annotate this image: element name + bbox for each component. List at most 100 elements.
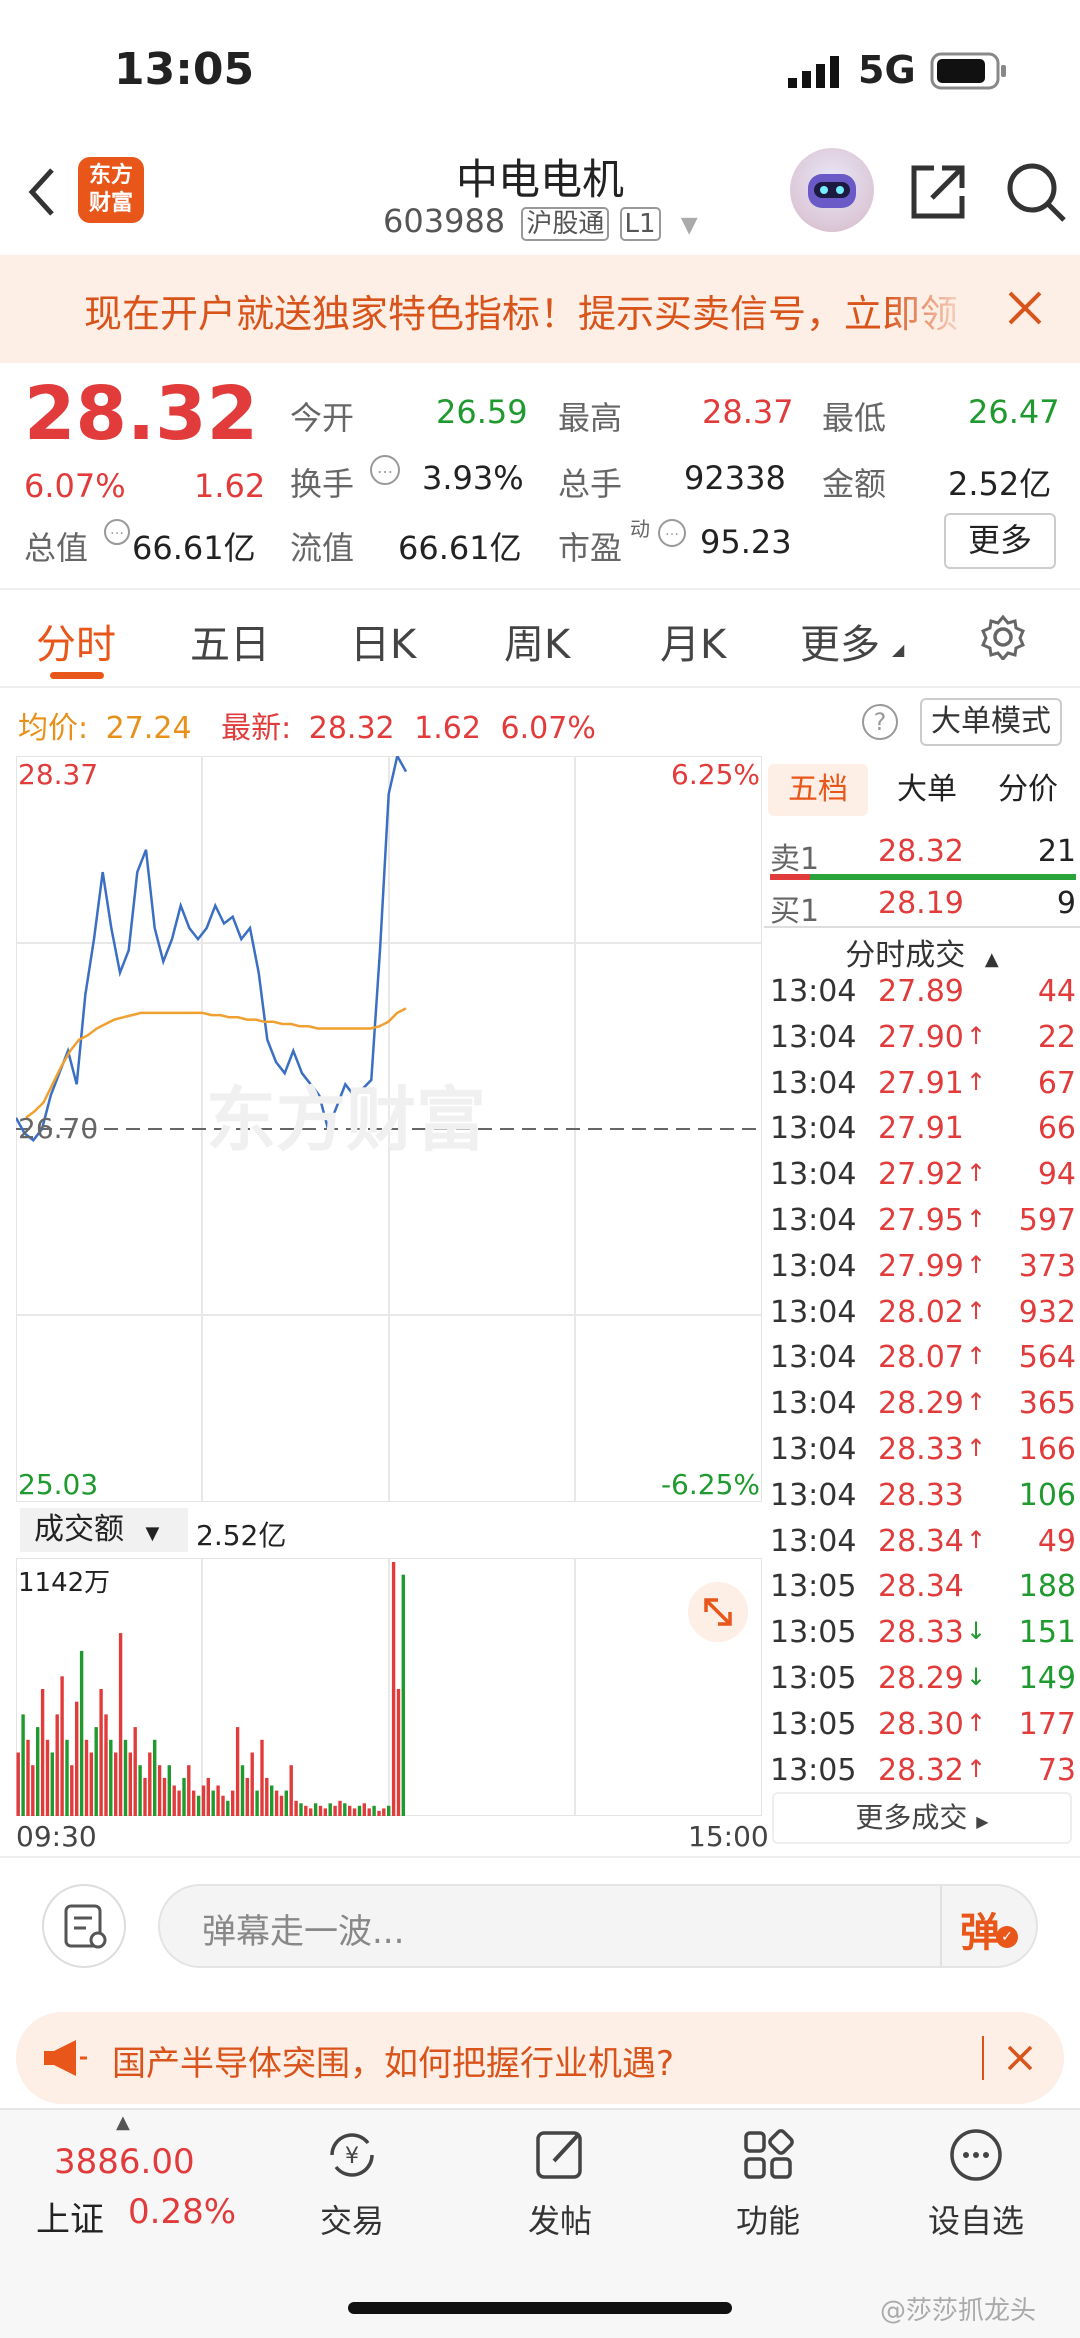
mcap-value: 66.61亿 <box>132 529 256 567</box>
trade-arrow: ↑ <box>966 1388 987 1417</box>
volume-bar <box>79 1650 84 1816</box>
trade-time: 13:04 <box>770 1477 857 1513</box>
volume-total: 2.52亿 <box>196 1519 287 1552</box>
trade-row: 13:04 27.90 ↑ 22 <box>770 1020 1076 1060</box>
nav-add-watchlist[interactable]: 设自选 <box>906 2120 1046 2242</box>
megaphone-icon <box>42 2038 88 2078</box>
tab-weekly-k[interactable]: 周K <box>504 612 570 670</box>
volume-bar <box>270 1785 274 1816</box>
promo-strip[interactable]: 国产半导体突围，如何把握行业机遇? <box>16 2012 1064 2104</box>
volume-bar <box>70 1765 74 1816</box>
robot-avatar-icon[interactable] <box>790 148 874 232</box>
side-tab-price-dist[interactable]: 分价 <box>980 764 1076 816</box>
trade-time: 13:04 <box>770 1432 857 1467</box>
trade-row: 13:05 28.30 ↑ 177 <box>770 1707 1076 1747</box>
trade-row: 13:05 28.29 ↓ 149 <box>770 1661 1076 1701</box>
info-icon[interactable]: … <box>370 455 400 485</box>
more-trades-button[interactable]: 更多成交 ▶ <box>772 1792 1072 1844</box>
trade-price: 28.34 <box>878 1569 964 1605</box>
volume-bar <box>377 1810 381 1816</box>
side-tab-five-level[interactable]: 五档 <box>768 764 868 816</box>
tab-five-day[interactable]: 五日 <box>190 612 270 670</box>
expand-icon[interactable] <box>688 1582 748 1642</box>
trade-qty: 66 <box>1037 1111 1076 1147</box>
trade-arrow: ↑ <box>966 1159 987 1188</box>
trades-title[interactable]: 分时成交 ▲ <box>764 930 1080 974</box>
trade-time: 13:04 <box>770 1019 857 1055</box>
grid-apps-icon <box>698 2120 838 2190</box>
svg-text:¥: ¥ <box>345 2144 359 2169</box>
nav-trade[interactable]: ¥ 交易 <box>282 2120 422 2242</box>
side-tab-big-order[interactable]: 大单 <box>882 764 972 816</box>
danmu-send-button[interactable]: 弹 ✓ <box>960 1900 1020 1956</box>
trade-time: 13:04 <box>770 1065 857 1101</box>
volume-bar <box>26 1739 30 1816</box>
close-icon[interactable] <box>1006 289 1044 327</box>
watermark-text: @莎莎抓龙头 <box>880 2296 1037 2326</box>
big-order-mode-button[interactable]: 大单模式 <box>920 698 1062 746</box>
volume-bar <box>40 1689 45 1816</box>
stock-code-line[interactable]: 603988 沪股通 L1 ▼ <box>383 202 698 241</box>
trade-price: 28.29 <box>878 1386 964 1422</box>
chart-header: 均价: 27.24 最新: 28.32 1.62 6.07% <box>18 703 596 747</box>
volume-bar <box>118 1633 123 1816</box>
trade-arrow: ↑ <box>966 1708 987 1737</box>
danmu-placeholder: 弹幕走一波... <box>202 1912 405 1952</box>
volume-bar <box>357 1805 362 1816</box>
account-banner[interactable]: 现在开户就送独家特色指标！提示买卖信号，立即领 <box>0 255 1080 363</box>
volume-bar <box>94 1727 98 1816</box>
danmu-input[interactable]: 弹幕走一波... 弹 ✓ <box>158 1884 1038 1968</box>
app-header: 东方 财富 中电电机 603988 沪股通 L1 ▼ <box>0 140 1080 255</box>
tab-more[interactable]: 更多 <box>800 612 880 670</box>
volume-bar <box>162 1777 167 1816</box>
volume-bar <box>65 1739 69 1816</box>
volume-bar <box>231 1790 235 1816</box>
y-bot-label: 25.03 <box>18 1468 99 1501</box>
help-icon[interactable]: ? <box>862 704 898 740</box>
info-icon[interactable]: … <box>658 519 686 547</box>
settings-gear-icon[interactable] <box>980 614 1026 662</box>
battery-icon <box>930 52 1008 92</box>
nav-post-label: 发帖 <box>527 2202 592 2240</box>
volume-bar <box>265 1777 269 1816</box>
nav-function[interactable]: 功能 <box>698 2120 838 2242</box>
search-icon[interactable] <box>1004 160 1068 224</box>
volume-selector[interactable]: 成交额 ▼ <box>20 1508 188 1552</box>
trade-qty: 373 <box>1018 1248 1076 1284</box>
more-button[interactable]: 更多 <box>944 513 1056 569</box>
buy1-price: 28.19 <box>878 886 964 921</box>
x-start-label: 09:30 <box>16 1820 97 1853</box>
volume-bar <box>387 1805 391 1816</box>
last-label: 最新: <box>221 711 292 746</box>
tab-more-arrow-icon: ◢ <box>892 640 905 659</box>
volume-bar <box>255 1790 259 1816</box>
trade-row: 13:04 28.02 ↑ 932 <box>770 1295 1076 1335</box>
abs-change: 1.62 <box>194 467 266 505</box>
danmu-list-button[interactable] <box>42 1884 126 1968</box>
volume-bar <box>372 1805 376 1816</box>
network-label: 5G <box>858 48 916 92</box>
more-trades-label: 更多成交 <box>855 1801 968 1834</box>
home-indicator <box>348 2302 732 2314</box>
check-icon: ✓ <box>996 1926 1018 1948</box>
trade-qty: 22 <box>1037 1019 1076 1055</box>
trade-price: 27.91 <box>878 1111 964 1147</box>
trade-time: 13:05 <box>770 1661 857 1696</box>
tab-monthly-k[interactable]: 月K <box>660 612 726 670</box>
close-icon[interactable] <box>1006 2044 1034 2072</box>
last-pct: 6.07% <box>500 711 596 746</box>
volume-bar <box>245 1777 249 1816</box>
info-icon[interactable]: … <box>104 519 130 545</box>
intraday-chart[interactable]: 东方财富 28.37 26.70 25.03 6.25% -6.25% <box>14 752 763 1503</box>
nav-post[interactable]: 发帖 <box>490 2120 630 2242</box>
trade-time: 13:04 <box>770 974 857 1009</box>
tab-intraday[interactable]: 分时 <box>36 612 116 670</box>
volume-bar <box>167 1765 171 1816</box>
volume-bar <box>84 1739 89 1816</box>
last-price: 28.32 <box>24 371 259 457</box>
trade-time: 13:04 <box>770 1294 857 1330</box>
share-icon[interactable] <box>908 162 968 222</box>
tab-daily-k[interactable]: 日K <box>350 612 416 670</box>
volume-bar <box>177 1790 181 1816</box>
index-ticker[interactable]: ▲ 3886.00 上证 0.28% <box>30 2112 240 2242</box>
